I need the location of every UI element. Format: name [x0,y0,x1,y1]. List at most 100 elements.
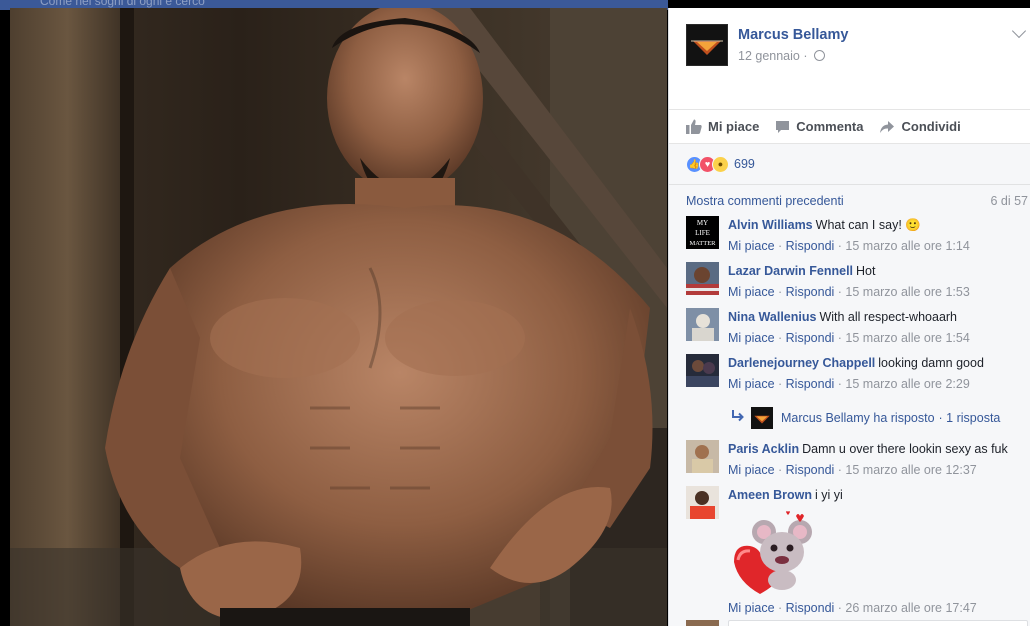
share-button-label: Condividi [901,119,961,134]
comment-body: Darlenejourney Chappell looking damn good [728,354,1030,372]
view-replies-link[interactable]: Marcus Bellamy ha risposto · 1 risposta [669,400,1030,436]
photo-viewer: Come nei sogni di ogni e cerco Marcus Be… [0,0,1030,626]
comments-header: Mostra commenti precedenti 6 di 57 [669,184,1030,216]
page-name-link[interactable]: Marcus Bellamy [738,27,848,43]
comment-meta: Mi piace · Rispondi · 15 marzo alle ore … [728,463,977,477]
comment-meta: Mi piace · Rispondi · 15 marzo alle ore … [728,331,970,345]
comment-like-link[interactable]: Mi piace [728,285,775,299]
comment-reply-link[interactable]: Rispondi [786,331,835,345]
comment-button[interactable]: Commenta [775,119,863,134]
comment-like-link[interactable]: Mi piace [728,331,775,345]
globe-icon [814,50,825,61]
comment-body: Lazar Darwin Fennell Hot [728,262,1030,280]
share-button[interactable]: Condividi [879,119,961,134]
comment-bubble-icon [776,120,790,133]
like-button-label: Mi piace [708,119,760,134]
comment-time[interactable]: 15 marzo alle ore 12:37 [845,463,976,477]
avatar-image [686,354,719,387]
comment-item: Lazar Darwin Fennell Hot Mi piace · Rispo… [669,262,1030,308]
comment-reply-link[interactable]: Rispondi [786,377,835,391]
svg-text:MATTER: MATTER [690,240,717,247]
post-photo[interactable] [10,8,667,626]
heart-sticker-icon [734,511,812,594]
comment-author-link[interactable]: Lazar Darwin Fennell [728,264,853,278]
post-date-text: 12 gennaio [738,49,800,63]
reply-avatar [751,407,773,429]
comment-meta: Mi piace · Rispondi · 15 marzo alle ore … [728,239,970,253]
post-timestamp[interactable]: 12 gennaio · [738,49,825,63]
comment-author-link[interactable]: Paris Acklin [728,442,799,456]
comment-text: Hot [856,264,876,278]
reply-text: Marcus Bellamy ha risposto [781,411,935,425]
avatar-image [686,440,719,473]
comment-author-link[interactable]: Nina Wallenius [728,310,816,324]
comment-composer-input[interactable] [728,620,1028,626]
svg-text:MY: MY [697,219,708,227]
like-button[interactable]: Mi piace [686,119,759,134]
reactions-summary[interactable]: 👍 ♥ ● 699 [669,144,1030,184]
comment-text: i yi yi [815,488,843,502]
comment-reply-link[interactable]: Rispondi [786,239,835,253]
svg-text:LIFE: LIFE [695,229,710,237]
comments-area: 👍 ♥ ● 699 Mostra commenti precedenti 6 d… [669,143,1030,626]
comment-reply-link[interactable]: Rispondi [786,463,835,477]
comment-time[interactable]: 15 marzo alle ore 1:54 [845,331,969,345]
comment-like-link[interactable]: Mi piace [728,463,775,477]
post-sidebar: Marcus Bellamy 12 gennaio · Mi piace Com… [668,8,1030,626]
comment-text: What can I say! 🙂 [815,218,921,232]
comment-text: looking damn good [878,356,984,370]
comment-item: Darlenejourney Chappell looking damn good… [669,354,1030,400]
reply-arrow-icon [732,410,744,422]
show-previous-comments-link[interactable]: Mostra commenti precedenti [686,194,844,208]
comment-meta: Mi piace · Rispondi · 15 marzo alle ore … [728,377,970,391]
share-arrow-icon [880,120,895,133]
comment-time[interactable]: 15 marzo alle ore 1:53 [845,285,969,299]
comment-item: MY LIFE MATTER Alvin Williams What can I … [669,216,1030,262]
avatar-image [686,486,719,519]
comment-item: Paris Acklin Damn u over there lookin sex… [669,440,1030,486]
comment-time[interactable]: 15 marzo alle ore 1:14 [845,239,969,253]
thumbs-up-icon [686,119,702,134]
comment-reply-link[interactable]: Rispondi [786,285,835,299]
comment-item: Nina Wallenius With all respect-whoaarh M… [669,308,1030,354]
page-logo-icon [687,25,727,65]
page-logo-icon [751,407,773,429]
avatar[interactable]: MY LIFE MATTER [686,216,719,249]
comment-time[interactable]: 15 marzo alle ore 2:29 [845,377,969,391]
comment-body: Paris Acklin Damn u over there lookin sex… [728,440,1030,458]
comment-body: Nina Wallenius With all respect-whoaarh [728,308,1030,326]
comment-author-link[interactable]: Darlenejourney Chappell [728,356,875,370]
comment-meta: Mi piace · Rispondi · 15 marzo alle ore … [728,285,970,299]
avatar-image [686,308,719,341]
avatar[interactable] [686,262,719,295]
composer-avatar [686,620,719,626]
photo-illustration [10,8,667,626]
comment-body: Alvin Williams What can I say! 🙂 [728,216,1030,234]
avatar[interactable] [686,308,719,341]
avatar[interactable] [686,354,719,387]
mouse-heart-sticker[interactable] [728,510,812,596]
comment-like-link[interactable]: Mi piace [728,239,775,253]
reply-count: · 1 risposta [938,411,1001,425]
comment-meta: Mi piace · Rispondi · 26 marzo alle ore … [728,601,977,615]
comment-author-link[interactable]: Ameen Brown [728,488,812,502]
comment-like-link[interactable]: Mi piace [728,377,775,391]
reaction-count[interactable]: 699 [734,157,755,171]
comment-text: Damn u over there lookin sexy as fuk [802,442,1008,456]
post-action-bar: Mi piace Commenta Condividi [669,109,1030,143]
background-tab-text: Come nei sogni di ogni e cerco [40,0,205,8]
page-avatar[interactable] [686,24,728,66]
comment-reply-link[interactable]: Rispondi [786,601,835,615]
chevron-down-icon[interactable] [1011,23,1027,39]
avatar-image: MY LIFE MATTER [686,216,719,249]
comment-text: With all respect-whoaarh [819,310,958,324]
comment-item: Ameen Brown i yi yi Mi piace · Rispondi … [669,486,1030,617]
avatar-image [686,262,719,295]
comment-author-link[interactable]: Alvin Williams [728,218,813,232]
comments-count: 6 di 57 [990,193,1028,208]
avatar[interactable] [686,486,719,519]
avatar[interactable] [686,440,719,473]
comment-button-label: Commenta [796,119,864,134]
comment-time[interactable]: 26 marzo alle ore 17:47 [845,601,976,615]
comment-like-link[interactable]: Mi piace [728,601,775,615]
